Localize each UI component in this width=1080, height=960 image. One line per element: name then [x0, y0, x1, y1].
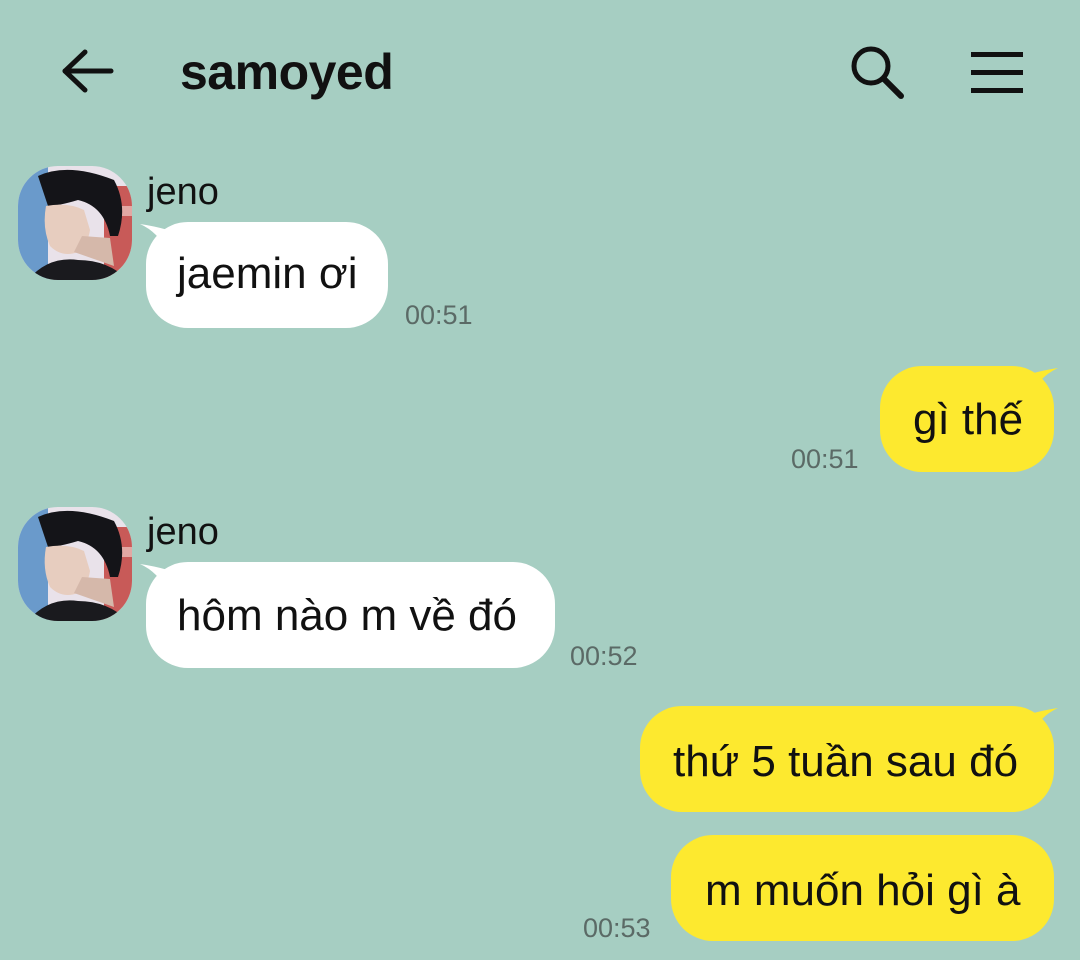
chat-header: samoyed — [0, 0, 1080, 140]
search-icon — [851, 46, 904, 99]
sender-name: jeno — [147, 511, 219, 553]
chat-title: samoyed — [180, 44, 394, 100]
arrow-left-icon — [62, 49, 114, 93]
menu-button[interactable] — [962, 40, 1032, 104]
outgoing-message-bubble[interactable]: gì thế — [880, 366, 1054, 472]
message-text: jaemin ơi — [177, 249, 358, 298]
message-time: 00:52 — [570, 641, 638, 671]
outgoing-message-bubble[interactable]: thứ 5 tuần sau đó — [640, 706, 1054, 812]
chat-screen: samoyed jeno jaemin ơi 00:51 gì thế 00:5… — [0, 0, 1080, 960]
incoming-message-bubble[interactable]: jaemin ơi — [146, 222, 388, 328]
message-text: m muốn hỏi gì à — [705, 866, 1021, 915]
message-time: 00:53 — [583, 913, 651, 943]
message-time: 00:51 — [405, 300, 473, 330]
outgoing-message-bubble[interactable]: m muốn hỏi gì à — [671, 835, 1054, 941]
sender-name: jeno — [147, 171, 219, 213]
profile-photo — [18, 166, 132, 280]
message-text: gì thế — [913, 395, 1024, 444]
hamburger-menu-icon — [971, 52, 1023, 93]
message-text: thứ 5 tuần sau đó — [673, 737, 1019, 786]
back-button[interactable] — [52, 40, 122, 102]
message-text: hôm nào m về đó — [177, 591, 517, 640]
avatar[interactable] — [18, 507, 132, 621]
message-time: 00:51 — [791, 444, 859, 474]
profile-photo — [18, 507, 132, 621]
search-button[interactable] — [842, 40, 912, 104]
incoming-message-bubble[interactable]: hôm nào m về đó — [146, 562, 555, 668]
avatar[interactable] — [18, 166, 132, 280]
